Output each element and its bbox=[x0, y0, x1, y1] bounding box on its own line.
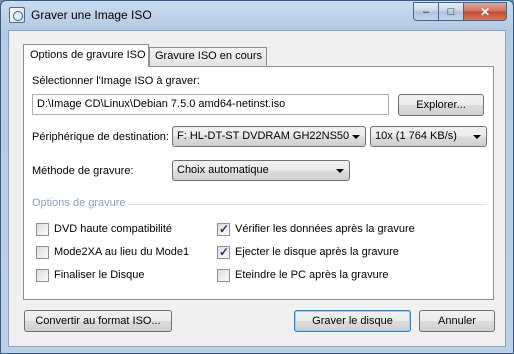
checkbox-box: ✓ bbox=[217, 244, 230, 259]
speed-select-value: 10x (1 764 KB/s) bbox=[375, 130, 457, 142]
drive-select[interactable]: F: HL-DT-ST DVDRAM GH22NS50 bbox=[172, 126, 366, 147]
options-divider bbox=[128, 204, 486, 205]
checkbox-label: Vérifier les données après la gravure bbox=[235, 223, 415, 235]
tab-panel-options: Sélectionner l'Image ISO à graver: D:\Im… bbox=[23, 66, 494, 300]
method-label: Méthode de gravure: bbox=[32, 165, 134, 177]
chevron-down-icon bbox=[336, 169, 344, 173]
checkbox-label: Finaliser le Disque bbox=[54, 269, 145, 281]
checkbox-label: Ejecter le disque après la gravure bbox=[235, 246, 399, 258]
checkbox-mode2xa[interactable]: Mode2XA au lieu du Mode1 bbox=[36, 245, 189, 259]
burn-disc-button[interactable]: Graver le disque bbox=[294, 310, 411, 332]
checkbox-box: ✓ bbox=[217, 221, 230, 236]
speed-select[interactable]: 10x (1 764 KB/s) bbox=[370, 126, 487, 147]
checkmark-icon: ✓ bbox=[219, 244, 230, 259]
checkbox-label: Mode2XA au lieu du Mode1 bbox=[54, 246, 190, 258]
checkbox-dvd-haute-compatibilite[interactable]: DVD haute compatibilité bbox=[36, 222, 172, 236]
title-bar[interactable]: Graver une Image ISO – □ ✕ bbox=[1, 1, 513, 29]
checkbox-box bbox=[36, 222, 49, 236]
iso-path-field[interactable]: D:\Image CD\Linux\Debian 7.5.0 amd64-net… bbox=[32, 94, 389, 115]
tab-options-gravure-iso[interactable]: Options de gravure ISO bbox=[23, 44, 149, 67]
cancel-button[interactable]: Annuler bbox=[419, 310, 495, 332]
checkbox-box bbox=[36, 245, 49, 259]
checkmark-icon: ✓ bbox=[219, 221, 230, 236]
device-label: Périphérique de destination: bbox=[32, 131, 169, 143]
checkbox-eteindre-pc[interactable]: Eteindre le PC après la gravure bbox=[217, 268, 388, 282]
checkbox-box bbox=[36, 268, 49, 282]
checkbox-finaliser-disque[interactable]: Finaliser le Disque bbox=[36, 268, 144, 282]
browse-button[interactable]: Explorer... bbox=[398, 94, 484, 116]
minimize-button[interactable]: – bbox=[413, 2, 439, 21]
checkbox-ejecter-disque[interactable]: ✓ Ejecter le disque après la gravure bbox=[217, 245, 399, 259]
dialog-window: Graver une Image ISO – □ ✕ Options de gr… bbox=[0, 0, 514, 354]
chevron-down-icon bbox=[473, 135, 481, 139]
chevron-down-icon bbox=[352, 135, 360, 139]
method-select-value: Choix automatique bbox=[177, 164, 269, 176]
options-heading: Options de gravure bbox=[32, 197, 126, 209]
checkbox-label: DVD haute compatibilité bbox=[54, 223, 173, 235]
checkbox-label: Eteindre le PC après la gravure bbox=[235, 269, 389, 281]
dialog-client-area: Options de gravure ISO Gravure ISO en co… bbox=[8, 30, 506, 347]
convert-iso-button[interactable]: Convertir au format ISO... bbox=[24, 310, 172, 332]
disc-icon bbox=[9, 7, 25, 23]
checkbox-box bbox=[217, 268, 230, 282]
checkbox-verifier-donnees[interactable]: ✓ Vérifier les données après la gravure bbox=[217, 222, 415, 236]
tab-gravure-iso-en-cours[interactable]: Gravure ISO en cours bbox=[149, 47, 267, 66]
maximize-button[interactable]: □ bbox=[439, 2, 464, 21]
close-button[interactable]: ✕ bbox=[464, 2, 507, 21]
window-title: Graver une Image ISO bbox=[31, 8, 152, 22]
iso-select-label: Sélectionner l'Image ISO à graver: bbox=[32, 75, 200, 87]
method-select[interactable]: Choix automatique bbox=[172, 160, 350, 181]
caption-buttons: – □ ✕ bbox=[413, 2, 507, 21]
drive-select-value: F: HL-DT-ST DVDRAM GH22NS50 bbox=[177, 130, 350, 142]
